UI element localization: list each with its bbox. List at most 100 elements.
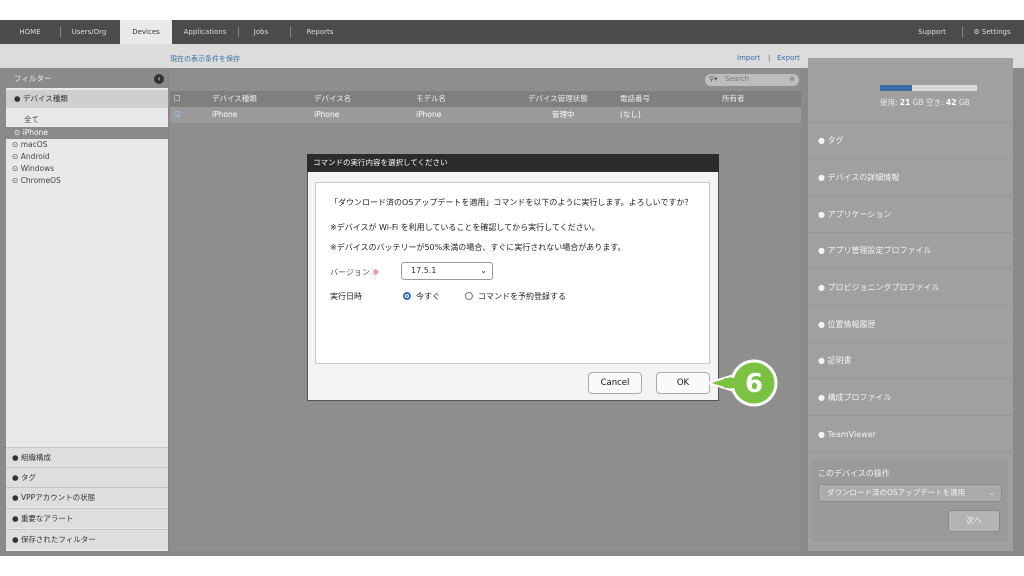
dialog-wifi-note: ※デバイスが Wi-Fi を利用していることを確認してから実行してください。 [330,223,600,232]
action-select[interactable]: ダウンロード済のOSアップデートを適用 ⌄ [818,484,1002,502]
chevron-icon: ● [818,246,825,255]
search-box[interactable]: ⚲▾ Search ⊗ [705,74,799,86]
column-model-name[interactable]: モデル名 [416,91,446,107]
version-label: バージョン [330,268,370,277]
next-button[interactable]: 次へ [948,510,1000,532]
filter-item-windows[interactable]: ⊙ Windows [12,163,54,175]
section-label: タグ [827,136,844,145]
detail-section-config-profiles[interactable]: ● 構成プロファイル [808,380,1013,416]
step-badge: 6 [704,359,778,407]
dialog-title: コマンドの実行内容を選択してください [307,154,719,172]
nav-support-link[interactable]: Support [910,20,954,44]
radio-icon: ⊙ [12,164,19,173]
chevron-down-icon: ⌄ [480,266,487,275]
radio-icon: ⊙ [12,152,19,161]
ok-button[interactable]: OK [656,372,710,394]
nav-tab-applications[interactable]: Applications [178,20,232,44]
filter-item-label: macOS [20,140,48,149]
column-device-type[interactable]: デバイス種類 [212,91,257,107]
collapse-icon[interactable]: ‹ [154,74,164,84]
required-mark: ※ [372,268,380,277]
table-row[interactable]: ☑ iPhone iPhone iPhone 管理中 (なし) [170,107,801,123]
detail-section-device-info[interactable]: ● デバイスの詳細情報 [808,160,1013,196]
filter-item-android[interactable]: ⊙ Android [12,151,50,163]
unit-label: GB [958,98,970,107]
filter-panel: フィルター ‹ ● デバイス種類 全て ⊙ iPhone ⊙ macOS ⊙ A… [6,70,168,551]
storage-text: 使用: 21 GB 空き: 42 GB [880,97,970,108]
filter-item-label: ChromeOS [20,176,61,185]
column-device-name[interactable]: デバイス名 [314,91,351,107]
row-checkbox[interactable]: ☑ [174,107,181,123]
detail-section-tag[interactable]: ● タグ [808,123,1013,159]
device-type-section-header[interactable]: ● デバイス種類 [6,90,168,108]
radio-now-label[interactable]: 今すぐ [416,291,440,302]
chevron-icon: ● [818,356,825,365]
export-link[interactable]: Export [777,54,800,62]
free-value: 42 [946,98,957,107]
chevron-icon: ● [818,283,825,292]
section-label: 証明書 [827,356,852,365]
cell-device-name: iPhone [314,110,340,119]
radio-icon: ⊙ [12,140,19,149]
cancel-button[interactable]: Cancel [588,372,642,394]
radio-now[interactable] [403,292,411,300]
storage-bar-fill [880,85,912,91]
nav-tab-reports[interactable]: Reports [298,20,342,44]
clear-icon[interactable]: ⊗ [789,75,795,83]
dialog-battery-note: ※デバイスのバッテリーが50%未満の場合、すぐに実行されない場合があります。 [330,243,626,252]
version-select-value: 17.5.1 [411,266,437,275]
detail-section-applications[interactable]: ● アプリケーション [808,197,1013,233]
storage-bar [880,85,977,91]
filter-item-macos[interactable]: ⊙ macOS [12,139,47,151]
top-navigation-bar: HOME Users/Org Devices Applications Jobs… [0,20,1024,44]
nav-tab-devices[interactable]: Devices [120,20,172,44]
cell-management-status: 管理中 [552,110,575,119]
column-owner[interactable]: 所有者 [722,91,745,107]
section-label: 位置情報履歴 [827,320,876,329]
section-label: アプリケーション [827,210,892,219]
filter-section-alerts[interactable]: ● 重要なアラート [6,508,168,528]
filter-section-org[interactable]: ● 組織構成 [6,447,168,467]
radio-reserve[interactable] [465,292,473,300]
detail-section-teamviewer[interactable]: ● TeamViewer [808,417,1013,453]
step-badge-number: 6 [745,369,763,399]
nav-tab-home[interactable]: HOME [8,20,52,44]
save-view-link[interactable]: 現在の表示条件を保存 [170,54,240,64]
filter-item-label: iPhone [22,128,49,137]
section-label: デバイスの詳細情報 [827,173,900,182]
filter-section-tag[interactable]: ● タグ [6,467,168,487]
used-label: 使用: [880,98,898,107]
device-type-label: デバイス種類 [22,94,68,103]
chevron-icon: ● [14,94,21,103]
nav-separator [60,27,61,37]
detail-section-app-config[interactable]: ● アプリ管理設定プロファイル [808,233,1013,269]
filter-item-iphone[interactable]: ⊙ iPhone [6,127,168,139]
version-select[interactable]: 17.5.1 ⌄ [401,262,493,280]
detail-section-certificates[interactable]: ● 証明書 [808,343,1013,379]
action-select-value: ダウンロード済のOSアップデートを適用 [827,488,966,497]
dialog-content: 「ダウンロード済のOSアップデートを適用」コマンドを以下のように実行します。よろ… [315,182,710,364]
page-bottom [0,556,1024,576]
select-all-checkbox[interactable]: ☐ [174,91,181,107]
column-management-status[interactable]: デバイス管理状態 [528,91,588,107]
cell-model-name: iPhone [416,110,442,119]
filter-section-vpp[interactable]: ● VPPアカウントの状態 [6,487,168,507]
import-link[interactable]: Import [737,54,760,62]
nav-tab-jobs[interactable]: Jobs [244,20,278,44]
filter-item-chromeos[interactable]: ⊙ ChromeOS [12,175,61,187]
settings-label: Settings [981,28,1011,36]
radio-reserve-label[interactable]: コマンドを予約登録する [478,291,566,302]
detail-section-provisioning[interactable]: ● プロビジョニングプロファイル [808,270,1013,306]
filter-item-label: Windows [20,164,55,173]
filter-section-saved[interactable]: ● 保存されたフィルター [6,529,168,549]
used-value: 21 [899,98,911,107]
filter-item-all[interactable]: 全て [24,114,39,126]
nav-tab-users-org[interactable]: Users/Org [64,20,114,44]
schedule-label: 実行日時 [330,292,362,301]
nav-settings-link[interactable]: ⚙ Settings [968,20,1016,44]
chevron-icon: ● [12,514,19,523]
detail-section-location[interactable]: ● 位置情報履歴 [808,307,1013,343]
column-phone-number[interactable]: 電話番号 [620,91,650,107]
section-label: アプリ管理設定プロファイル [827,246,932,255]
gear-icon: ⚙ [973,28,980,36]
